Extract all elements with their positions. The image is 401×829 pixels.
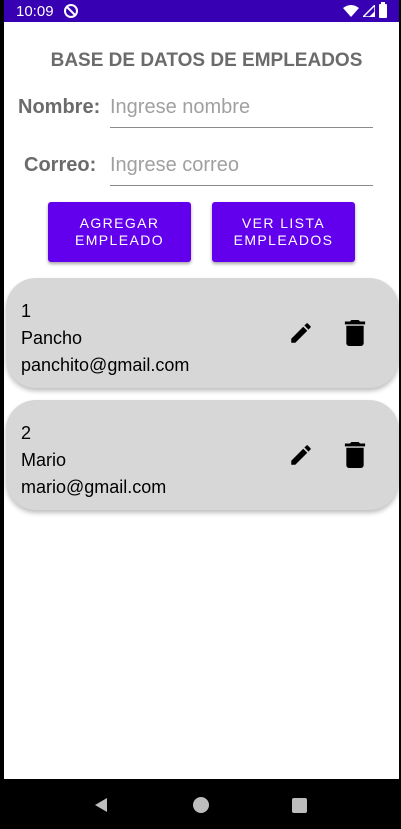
signal-icon <box>363 5 375 17</box>
add-employee-button[interactable]: AGREGAR EMPLEADO <box>48 202 191 262</box>
employee-name: Pancho <box>21 328 83 348</box>
email-input[interactable] <box>110 150 373 186</box>
name-input[interactable] <box>110 92 373 128</box>
edit-icon[interactable] <box>288 320 314 346</box>
delete-icon[interactable] <box>344 320 366 346</box>
notification-blocked-icon <box>63 4 78 18</box>
delete-icon[interactable] <box>344 442 366 468</box>
status-time: 10:09 <box>16 2 54 20</box>
phone-screen: 10:09 BASE DE DATOS DE EMPLEADOS Nombre:… <box>0 0 401 829</box>
status-bar: 10:09 <box>4 0 399 22</box>
employee-card[interactable]: 1 Pancho panchito@gmail.com <box>6 278 399 388</box>
back-icon[interactable] <box>93 797 109 813</box>
employee-name: Mario <box>21 450 67 470</box>
status-icons <box>343 2 387 18</box>
page-title: BASE DE DATOS DE EMPLEADOS <box>50 50 363 71</box>
app-content: BASE DE DATOS DE EMPLEADOS Nombre: Corre… <box>4 22 399 779</box>
employee-email: mario@gmail.com <box>21 477 167 497</box>
wifi-icon <box>343 5 359 17</box>
edit-icon[interactable] <box>288 442 314 468</box>
navigation-bar <box>0 779 401 829</box>
employee-info: 2 Mario mario@gmail.com <box>21 420 166 501</box>
name-label: Nombre: <box>18 96 101 118</box>
employee-id: 2 <box>21 423 32 443</box>
battery-icon <box>379 2 387 18</box>
home-icon[interactable] <box>193 797 209 813</box>
employee-card[interactable]: 2 Mario mario@gmail.com <box>6 400 399 510</box>
employee-info: 1 Pancho panchito@gmail.com <box>21 298 189 379</box>
view-employee-list-button[interactable]: VER LISTA EMPLEADOS <box>212 202 355 262</box>
email-label: Correo: <box>24 154 97 176</box>
employee-email: panchito@gmail.com <box>21 355 190 375</box>
employee-id: 1 <box>21 301 32 321</box>
recents-icon[interactable] <box>292 798 307 813</box>
